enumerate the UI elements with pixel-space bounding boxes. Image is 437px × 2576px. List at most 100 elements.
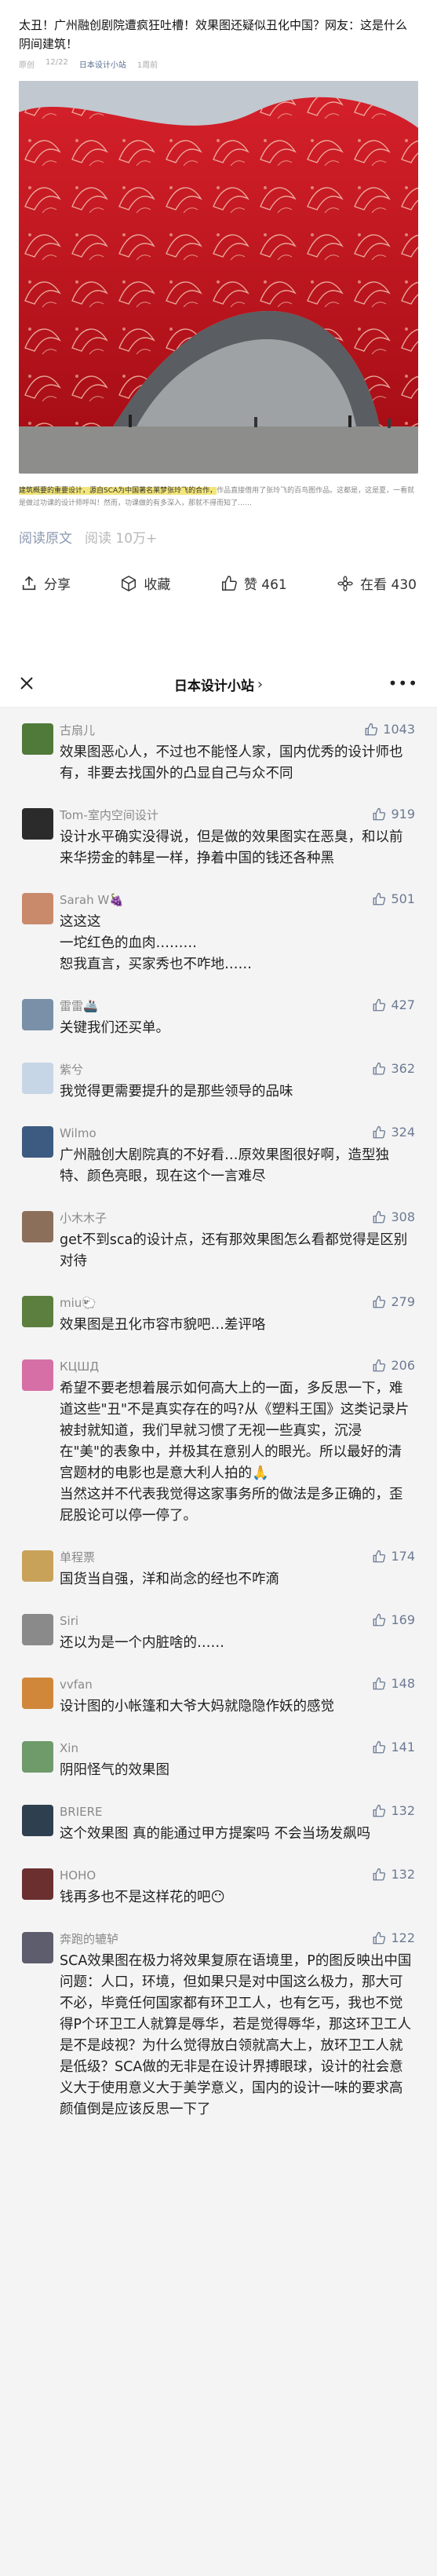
comment-like-button[interactable]: 501 (372, 891, 415, 906)
thumbs-up-icon (373, 1550, 386, 1562)
comment-nickname[interactable]: Wilmo (60, 1125, 415, 1142)
comment-nickname[interactable]: 小木木子 (60, 1209, 415, 1227)
avatar[interactable] (22, 1359, 53, 1391)
comment-nickname[interactable]: 雷雷🚢 (60, 997, 415, 1015)
thumbs-up-icon (373, 1125, 386, 1138)
avatar[interactable] (22, 1614, 53, 1645)
thumbs-up-icon (373, 1868, 386, 1880)
comment-text: 关键我们还买单。 (60, 1020, 169, 1036)
meta-source[interactable]: 日本设计小站 (79, 58, 126, 70)
comment-text: 效果图是丑化市容市貌吧…差评咯 (60, 1317, 266, 1333)
comment-like-button[interactable]: 279 (372, 1294, 415, 1309)
comment-nickname[interactable]: Sarah W🍇 (60, 891, 415, 909)
comment-nickname[interactable]: Siri (60, 1612, 415, 1630)
avatar[interactable] (22, 1868, 53, 1900)
avatar[interactable] (22, 893, 53, 924)
comment-nickname[interactable]: Tom-室内空间设计 (60, 807, 415, 824)
read-count: 阅读 10万+ (85, 531, 158, 547)
comment-like-count: 148 (391, 1676, 415, 1691)
comment-item: miu🐑 279 效果图是丑化市容市貌吧…差评咯 (0, 1294, 437, 1336)
comment-like-button[interactable]: 169 (372, 1612, 415, 1627)
comment-like-button[interactable]: 174 (372, 1549, 415, 1564)
page: 太丑！广州融创剧院遭疯狂吐槽！效果图还疑似丑化中国？网友：这是什么阴间建筑！ 原… (0, 0, 437, 2576)
thumbs-up-icon (365, 723, 378, 735)
avatar[interactable] (22, 1211, 53, 1242)
comment-nickname[interactable]: HOHO (60, 1867, 415, 1884)
comment-nickname[interactable]: 单程票 (60, 1549, 415, 1566)
comment-like-count: 169 (391, 1612, 415, 1627)
article: 太丑！广州融创剧院遭疯狂吐槽！效果图还疑似丑化中国？网友：这是什么阴间建筑！ 原… (0, 0, 437, 609)
comment-list: 古扇儿 1043 效果图恶心人，不过也不能怪人家，国内优秀的设计师也有，非要去找… (0, 708, 437, 2120)
comment-item: Sarah W🍇 501 这这这 一坨红色的血肉……… 恕我直言，买家秀也不咋地…… (0, 891, 437, 975)
comment-like-button[interactable]: 324 (372, 1125, 415, 1140)
comment-like-count: 362 (391, 1061, 415, 1076)
comment-nickname[interactable]: Xin (60, 1740, 415, 1757)
avatar[interactable] (22, 1678, 53, 1709)
comment-like-button[interactable]: 206 (372, 1358, 415, 1373)
panel-title[interactable]: 日本设计小站 (174, 675, 254, 694)
comment-like-button[interactable]: 122 (372, 1930, 415, 1945)
comment-item: КЦШД 206 希望不要老想着展示如何高大上的一面，多反思一下，难道这些"丑"… (0, 1358, 437, 1527)
comment-nickname[interactable]: vvfan (60, 1676, 415, 1693)
comment-like-count: 132 (391, 1867, 415, 1882)
comment-text: 效果图恶心人，不过也不能怪人家，国内优秀的设计师也有，非要去找国外的凸显自己与众… (60, 745, 403, 781)
avatar[interactable] (22, 999, 53, 1030)
flower-icon (337, 575, 354, 591)
comment-like-count: 919 (391, 807, 415, 821)
thumbs-up-icon (373, 1677, 386, 1689)
share-button[interactable]: 分享 (20, 573, 71, 593)
avatar[interactable] (22, 723, 53, 755)
comment-like-count: 324 (391, 1125, 415, 1140)
comment-like-button[interactable]: 308 (372, 1209, 415, 1224)
comment-text: 希望不要老想着展示如何高大上的一面，多反思一下，难道这些"丑"不是真实存在的吗?… (60, 1381, 410, 1524)
more-icon[interactable]: ••• (388, 674, 418, 693)
read-row: 阅读原文 阅读 10万+ (19, 527, 418, 547)
comment-text: 阴阳怪气的效果图 (60, 1762, 169, 1778)
comment-like-button[interactable]: 141 (372, 1740, 415, 1755)
comment-item: Wilmo 324 广州融创大剧院真的不好看…原效果图很好啊，造型独特、颜色亮眼… (0, 1125, 437, 1187)
comment-nickname[interactable]: 古扇儿 (60, 722, 415, 739)
thumbs-up-icon (373, 998, 386, 1011)
comment-nickname[interactable]: BRIERE (60, 1803, 415, 1820)
comment-like-count: 122 (391, 1930, 415, 1945)
comment-nickname[interactable]: КЦШД (60, 1358, 415, 1375)
like-button[interactable]: 赞 461 (220, 573, 287, 593)
comment-like-button[interactable]: 362 (372, 1061, 415, 1076)
chevron-right-icon[interactable]: › (257, 676, 263, 693)
avatar[interactable] (22, 1550, 53, 1582)
comment-nickname[interactable]: miu🐑 (60, 1294, 415, 1312)
avatar[interactable] (22, 1805, 53, 1836)
favorite-button[interactable]: 收藏 (120, 573, 170, 593)
comment-item: Tom-室内空间设计 919 设计水平确实没得说，但是做的效果图实在恶臭，和以前… (0, 807, 437, 869)
avatar[interactable] (22, 1741, 53, 1773)
comment-nickname[interactable]: 奔跑的辘轳 (60, 1930, 415, 1948)
thumbs-up-icon (373, 1062, 386, 1074)
comment-like-count: 279 (391, 1294, 415, 1309)
comment-like-button[interactable]: 132 (372, 1803, 415, 1818)
comment-like-button[interactable]: 427 (372, 997, 415, 1012)
building-image[interactable] (19, 81, 418, 474)
avatar[interactable] (22, 808, 53, 840)
thumbs-up-icon (373, 1295, 386, 1308)
thumbs-up-icon (373, 1613, 386, 1626)
thumbs-up-icon (373, 1210, 386, 1223)
comment-like-button[interactable]: 132 (372, 1867, 415, 1882)
comment-like-count: 206 (391, 1358, 415, 1373)
comment-like-button[interactable]: 148 (372, 1676, 415, 1691)
avatar[interactable] (22, 1296, 53, 1327)
watch-button[interactable]: 在看 430 (337, 573, 417, 593)
comment-like-count: 141 (391, 1740, 415, 1755)
avatar[interactable] (22, 1063, 53, 1094)
comment-nickname[interactable]: 紫兮 (60, 1061, 415, 1078)
thumbs-up-icon (373, 1740, 386, 1753)
share-label: 分享 (44, 577, 71, 593)
favorite-label: 收藏 (144, 577, 171, 593)
avatar[interactable] (22, 1932, 53, 1963)
comment-like-button[interactable]: 1043 (364, 722, 415, 737)
read-original-link[interactable]: 阅读原文 (19, 527, 72, 547)
comment-item: 古扇儿 1043 效果图恶心人，不过也不能怪人家，国内优秀的设计师也有，非要去找… (0, 722, 437, 785)
comment-like-button[interactable]: 919 (372, 807, 415, 821)
image-caption: 建筑概要的重要设计，源自SCA为中国著名莱梦张玲飞的合作，作品直接借用了张玲飞的… (19, 485, 418, 510)
close-icon[interactable] (19, 675, 35, 691)
avatar[interactable] (22, 1126, 53, 1158)
